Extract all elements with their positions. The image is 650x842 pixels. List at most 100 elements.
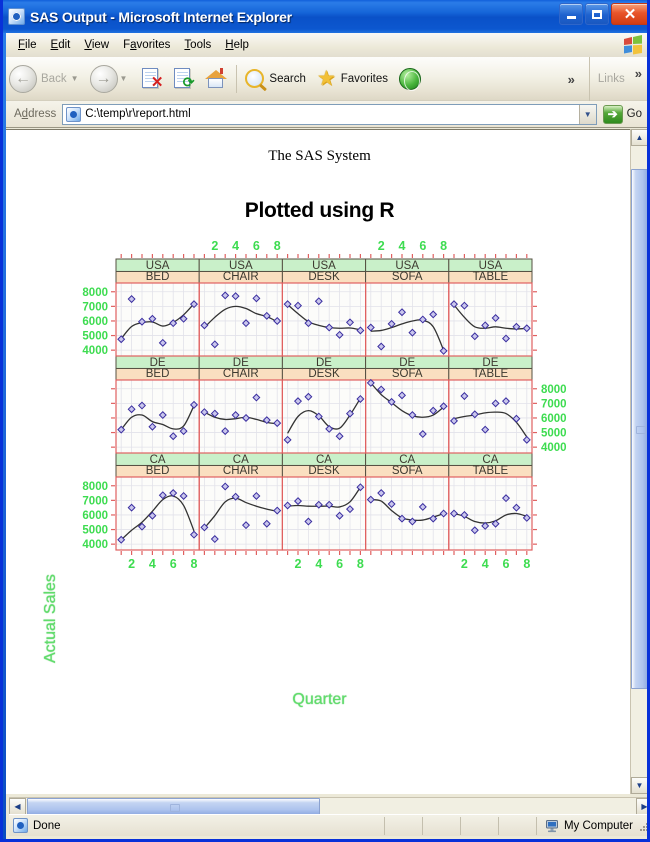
toolbar-overflow-icon[interactable]: » — [568, 72, 575, 87]
favorites-label: Favorites — [340, 72, 388, 85]
svg-text:8000: 8000 — [82, 481, 108, 493]
links-label: Links — [597, 73, 625, 85]
go-arrow-icon: ➔ — [602, 104, 623, 124]
svg-text:2: 2 — [295, 557, 302, 571]
svg-text:4: 4 — [482, 557, 489, 571]
horizontal-scroll-thumb[interactable] — [27, 798, 320, 815]
zone-label: My Computer — [563, 819, 633, 832]
address-dropdown-icon[interactable]: ▼ — [578, 104, 596, 124]
app-document-icon — [8, 8, 25, 25]
svg-text:4: 4 — [315, 557, 322, 571]
scroll-down-button[interactable]: ▼ — [631, 777, 647, 794]
search-icon — [245, 69, 265, 88]
svg-text:CHAIR: CHAIR — [223, 465, 259, 477]
vertical-scroll-thumb[interactable] — [631, 169, 647, 689]
svg-text:4: 4 — [232, 239, 239, 253]
vertical-scrollbar[interactable]: ▲ ▼ — [630, 129, 647, 794]
maximize-button[interactable] — [585, 3, 609, 25]
menu-item-favorites[interactable]: Favorites — [116, 36, 177, 54]
svg-text:8: 8 — [440, 239, 447, 253]
status-page-icon — [13, 818, 28, 833]
svg-text:SOFA: SOFA — [392, 368, 423, 380]
status-cell-4 — [497, 816, 536, 835]
svg-text:8: 8 — [274, 239, 281, 253]
go-button[interactable]: ➔ Go — [602, 104, 646, 124]
search-label: Search — [269, 72, 306, 85]
menu-item-tools[interactable]: Tools — [177, 36, 218, 54]
home-button[interactable] — [203, 67, 228, 91]
toolbar-right-zone: » Links » — [568, 57, 647, 101]
svg-text:CHAIR: CHAIR — [223, 368, 259, 380]
svg-text:8000: 8000 — [541, 384, 567, 396]
svg-text:8: 8 — [357, 557, 364, 571]
scroll-right-button[interactable]: ▶ — [636, 798, 647, 815]
page-icon — [66, 106, 82, 122]
address-bar: Address C:\temp\r\report.html ▼ ➔ Go — [6, 101, 647, 128]
svg-text:2: 2 — [211, 239, 218, 253]
back-arrow-icon: ← — [9, 64, 37, 93]
address-value: C:\temp\r\report.html — [85, 108, 191, 120]
svg-text:BED: BED — [146, 271, 170, 283]
status-text: Done — [33, 819, 61, 832]
svg-text:SOFA: SOFA — [392, 271, 423, 283]
minimize-button[interactable] — [559, 3, 583, 25]
menu-item-file[interactable]: File — [11, 36, 44, 54]
scroll-up-button[interactable]: ▲ — [631, 129, 647, 146]
browser-chrome: File Edit View Favorites Tools Help ← Ba… — [6, 33, 647, 839]
svg-text:6000: 6000 — [82, 510, 108, 522]
search-button[interactable]: Search — [242, 60, 313, 98]
scroll-left-button[interactable]: ◀ — [9, 798, 26, 815]
svg-text:BED: BED — [146, 465, 170, 477]
svg-text:2: 2 — [461, 557, 468, 571]
svg-text:4000: 4000 — [541, 442, 567, 454]
svg-text:2: 2 — [128, 557, 135, 571]
svg-text:5000: 5000 — [541, 428, 567, 440]
forward-button[interactable]: → ▼ — [87, 60, 136, 98]
maximize-icon — [592, 9, 602, 19]
star-icon: ★ — [316, 67, 336, 90]
svg-text:6000: 6000 — [82, 316, 108, 328]
svg-text:7000: 7000 — [82, 301, 108, 313]
svg-text:7000: 7000 — [541, 398, 567, 410]
menu-item-help[interactable]: Help — [218, 36, 256, 54]
svg-text:CHAIR: CHAIR — [223, 271, 259, 283]
svg-text:DESK: DESK — [308, 368, 340, 380]
svg-text:8000: 8000 — [82, 287, 108, 299]
close-icon: ✕ — [623, 5, 637, 23]
svg-text:6000: 6000 — [541, 413, 567, 425]
plot-heading: Plotted using R — [244, 199, 395, 222]
security-zone: My Computer — [535, 816, 647, 835]
address-input[interactable]: C:\temp\r\report.html ▼ — [62, 103, 597, 125]
refresh-arrows-icon: ⟳ — [182, 73, 195, 90]
media-button[interactable] — [396, 60, 424, 98]
resize-grip[interactable] — [637, 820, 647, 832]
menu-item-view[interactable]: View — [77, 36, 116, 54]
links-overflow-icon[interactable]: » — [635, 66, 642, 81]
svg-text:4000: 4000 — [82, 345, 108, 357]
links-bar[interactable]: Links » — [588, 57, 647, 101]
menu-item-edit[interactable]: Edit — [44, 36, 78, 54]
refresh-button[interactable]: ⟳ — [171, 67, 195, 91]
toolbar-separator — [236, 64, 238, 93]
stop-button[interactable]: ✕ — [139, 67, 163, 91]
horizontal-scrollbar[interactable]: ◀ ▶ — [9, 797, 647, 815]
window-title: SAS Output - Microsoft Internet Explorer — [30, 8, 292, 25]
status-cell-2 — [421, 816, 460, 835]
status-cell-1 — [383, 816, 422, 835]
svg-text:2: 2 — [378, 239, 385, 253]
svg-text:TABLE: TABLE — [473, 465, 509, 477]
window-controls: ✕ — [559, 3, 647, 25]
svg-text:6: 6 — [253, 239, 260, 253]
back-button[interactable]: ← Back ▼ — [6, 60, 87, 98]
svg-text:4: 4 — [149, 557, 156, 571]
forward-dropdown-icon[interactable]: ▼ — [120, 74, 128, 83]
favorites-button[interactable]: ★ Favorites — [314, 60, 396, 98]
close-button[interactable]: ✕ — [611, 3, 647, 25]
svg-text:6: 6 — [336, 557, 343, 571]
go-label: Go — [626, 108, 642, 120]
back-dropdown-icon[interactable]: ▼ — [71, 74, 79, 83]
svg-text:5000: 5000 — [82, 331, 108, 343]
svg-text:TABLE: TABLE — [473, 271, 509, 283]
svg-text:SOFA: SOFA — [392, 465, 423, 477]
svg-text:4000: 4000 — [82, 539, 108, 551]
